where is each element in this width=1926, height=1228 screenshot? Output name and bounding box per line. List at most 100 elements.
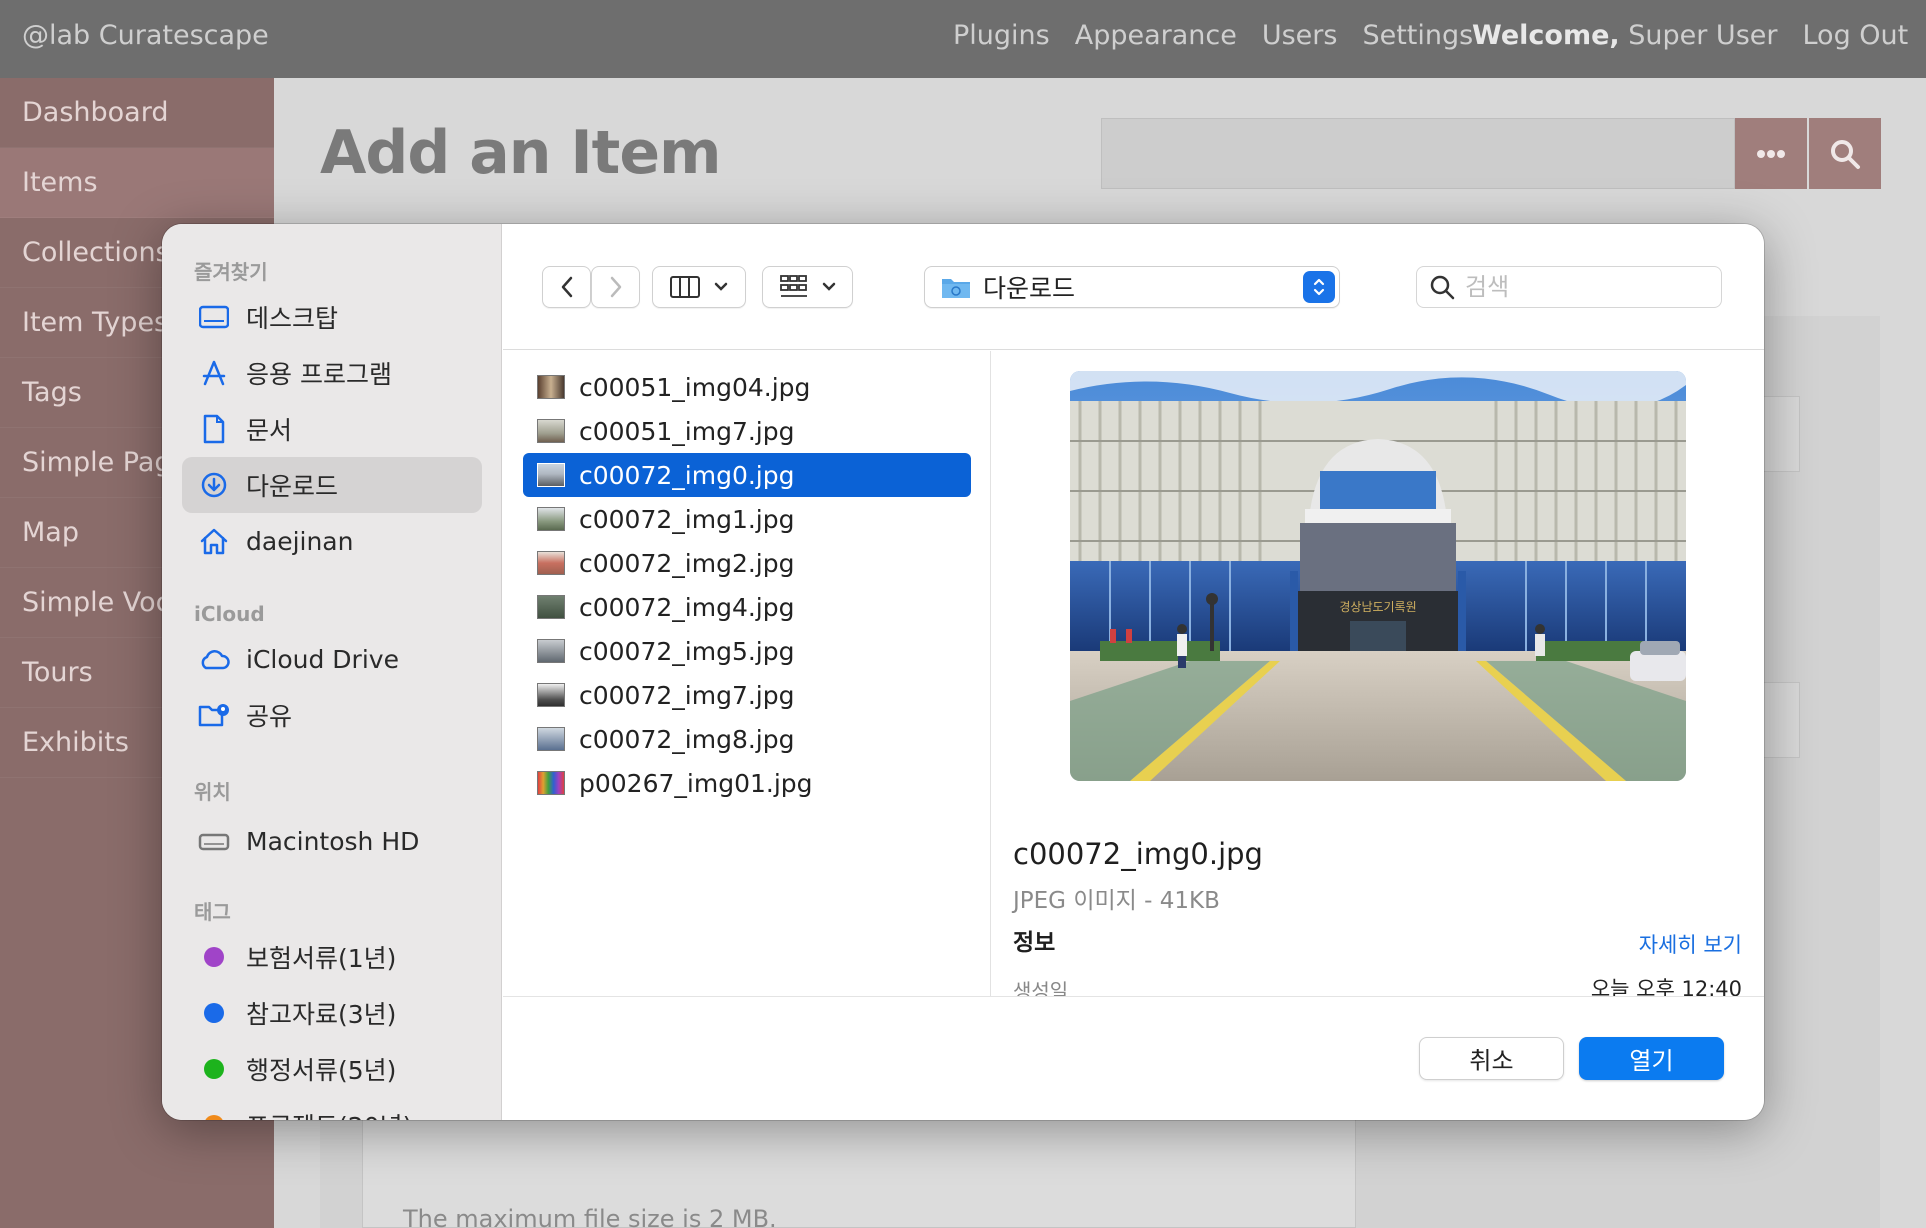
icloud-header: iCloud — [194, 602, 265, 626]
file-row[interactable]: c00072_img8.jpg — [523, 717, 971, 761]
image-thumbnail-icon — [537, 639, 565, 663]
tag-dot-icon — [204, 947, 224, 967]
home-icon — [198, 525, 230, 557]
chevron-right-icon — [610, 276, 621, 298]
cloud-icon — [198, 643, 230, 675]
applications-icon — [198, 357, 230, 389]
sidebar-item-label: 공유 — [246, 702, 293, 731]
sidebar-item-dashboard[interactable]: Dashboard — [0, 78, 274, 148]
admin-topbar: @lab Curatescape Plugins Appearance User… — [0, 0, 1926, 78]
sidebar-item-documents[interactable]: 문서 — [182, 401, 482, 457]
admin-search-input[interactable] — [1101, 118, 1735, 189]
file-name: c00072_img4.jpg — [579, 592, 795, 622]
search-icon — [1831, 139, 1860, 169]
welcome-label: Welcome, — [1472, 20, 1620, 51]
tag-dot-icon — [204, 1115, 224, 1120]
sidebar-item-label: 프로젝트(20년) — [246, 1107, 412, 1120]
panel-field — [1760, 396, 1800, 472]
sidebar-item-label: 다운로드 — [246, 472, 339, 501]
file-name: c00051_img04.jpg — [579, 372, 811, 402]
file-row[interactable]: c00072_img4.jpg — [523, 585, 971, 629]
cancel-button[interactable]: 취소 — [1419, 1037, 1564, 1080]
site-brand[interactable]: @lab Curatescape — [22, 20, 269, 51]
sidebar-item-label: 보험서류(1년) — [246, 944, 397, 973]
file-row[interactable]: c00072_img2.jpg — [523, 541, 971, 585]
file-row[interactable]: p00267_img01.jpg — [523, 761, 971, 805]
sidebar-item-applications[interactable]: 응용 프로그램 — [182, 345, 482, 401]
building-sign: 경상남도기록원 — [1339, 600, 1416, 614]
file-preview: 경상남도기록원 c00072_img0.jpg JPEG 이미지 - 41KB … — [991, 351, 1764, 996]
file-name: c00072_img2.jpg — [579, 548, 795, 578]
file-name: c00072_img8.jpg — [579, 724, 795, 754]
locations-header: 위치 — [194, 780, 231, 804]
nav-settings[interactable]: Settings — [1362, 20, 1473, 51]
stepper-icon — [1303, 271, 1335, 303]
back-button[interactable] — [542, 266, 591, 308]
dialog-main: 다운로드 c00051_img04.jpg c00051_img7.jpg — [503, 224, 1764, 1120]
file-name: c00072_img1.jpg — [579, 504, 795, 534]
sidebar-item-label: 참고자료(3년) — [246, 1000, 397, 1029]
sidebar-tag-admin[interactable]: 행정서류(5년) — [182, 1041, 482, 1097]
file-row[interactable]: c00072_img1.jpg — [523, 497, 971, 541]
sidebar-item-label: 문서 — [246, 416, 293, 445]
sidebar-item-macintosh-hd[interactable]: Macintosh HD — [182, 813, 482, 869]
forward-button[interactable] — [591, 266, 640, 308]
nav-appearance[interactable]: Appearance — [1075, 20, 1237, 51]
sidebar-item-desktop[interactable]: 데스크탑 — [182, 289, 482, 345]
user-menu: Welcome, Super User Log Out — [1472, 20, 1908, 51]
tag-dot-icon — [204, 1059, 224, 1079]
image-thumbnail-icon — [537, 463, 565, 487]
image-thumbnail-icon — [537, 727, 565, 751]
dialog-search[interactable] — [1416, 266, 1722, 308]
file-row[interactable]: c00072_img7.jpg — [523, 673, 971, 717]
logout-link[interactable]: Log Out — [1802, 20, 1908, 51]
sidebar-item-downloads[interactable]: 다운로드 — [182, 457, 482, 513]
file-row[interactable]: c00051_img04.jpg — [523, 365, 971, 409]
file-row[interactable]: c00051_img7.jpg — [523, 409, 971, 453]
view-mode-button[interactable] — [652, 266, 746, 308]
user-name[interactable]: Super User — [1628, 20, 1777, 51]
file-row-selected[interactable]: c00072_img0.jpg — [523, 453, 971, 497]
image-thumbnail-icon — [537, 507, 565, 531]
dialog-toolbar: 다운로드 — [503, 224, 1764, 350]
sidebar-tag-reference[interactable]: 참고자료(3년) — [182, 985, 482, 1041]
file-upload-section: The maximum file size is 2 MB. — [362, 1112, 1356, 1228]
file-name: c00051_img7.jpg — [579, 416, 795, 446]
search-options-button[interactable] — [1735, 118, 1807, 189]
image-thumbnail-icon — [537, 419, 565, 443]
sidebar-item-label: 행정서류(5년) — [246, 1056, 397, 1085]
nav-users[interactable]: Users — [1262, 20, 1338, 51]
document-icon — [198, 413, 230, 445]
group-by-button[interactable] — [762, 266, 853, 308]
file-name: c00072_img0.jpg — [579, 460, 795, 490]
file-row[interactable]: c00072_img5.jpg — [523, 629, 971, 673]
file-name: c00072_img5.jpg — [579, 636, 795, 666]
downloads-folder-icon — [942, 279, 970, 298]
tags-header: 태그 — [194, 900, 231, 924]
file-list: c00051_img04.jpg c00051_img7.jpg c00072_… — [503, 351, 991, 996]
chevron-down-icon — [714, 282, 728, 291]
preview-image: 경상남도기록원 — [1070, 371, 1686, 781]
panel-field — [1760, 682, 1800, 758]
show-more-link[interactable]: 자세히 보기 — [1639, 929, 1742, 959]
sidebar-item-items[interactable]: Items — [0, 148, 274, 218]
sidebar-item-home[interactable]: daejinan — [182, 513, 482, 569]
sidebar-item-icloud-drive[interactable]: iCloud Drive — [182, 631, 482, 687]
image-thumbnail-icon — [537, 683, 565, 707]
location-label: 다운로드 — [983, 274, 1076, 303]
image-thumbnail-icon — [537, 551, 565, 575]
search-input[interactable] — [1465, 273, 1705, 301]
admin-search-button[interactable] — [1809, 118, 1881, 189]
nav-plugins[interactable]: Plugins — [953, 20, 1050, 51]
file-name: p00267_img01.jpg — [579, 768, 813, 798]
chevron-down-icon — [822, 282, 835, 291]
sidebar-item-shared[interactable]: 공유 — [182, 687, 482, 743]
sidebar-item-label: Macintosh HD — [246, 826, 420, 856]
file-open-dialog: 즐겨찾기 데스크탑 응용 프로그램 문서 다운로드 daejinan iClou… — [162, 224, 1764, 1120]
open-button[interactable]: 열기 — [1579, 1037, 1724, 1080]
sidebar-tag-project[interactable]: 프로젝트(20년) — [182, 1097, 482, 1120]
image-thumbnail-icon — [537, 771, 565, 795]
download-icon — [198, 469, 230, 501]
location-popup[interactable]: 다운로드 — [924, 266, 1340, 308]
sidebar-tag-insurance[interactable]: 보험서류(1년) — [182, 929, 482, 985]
